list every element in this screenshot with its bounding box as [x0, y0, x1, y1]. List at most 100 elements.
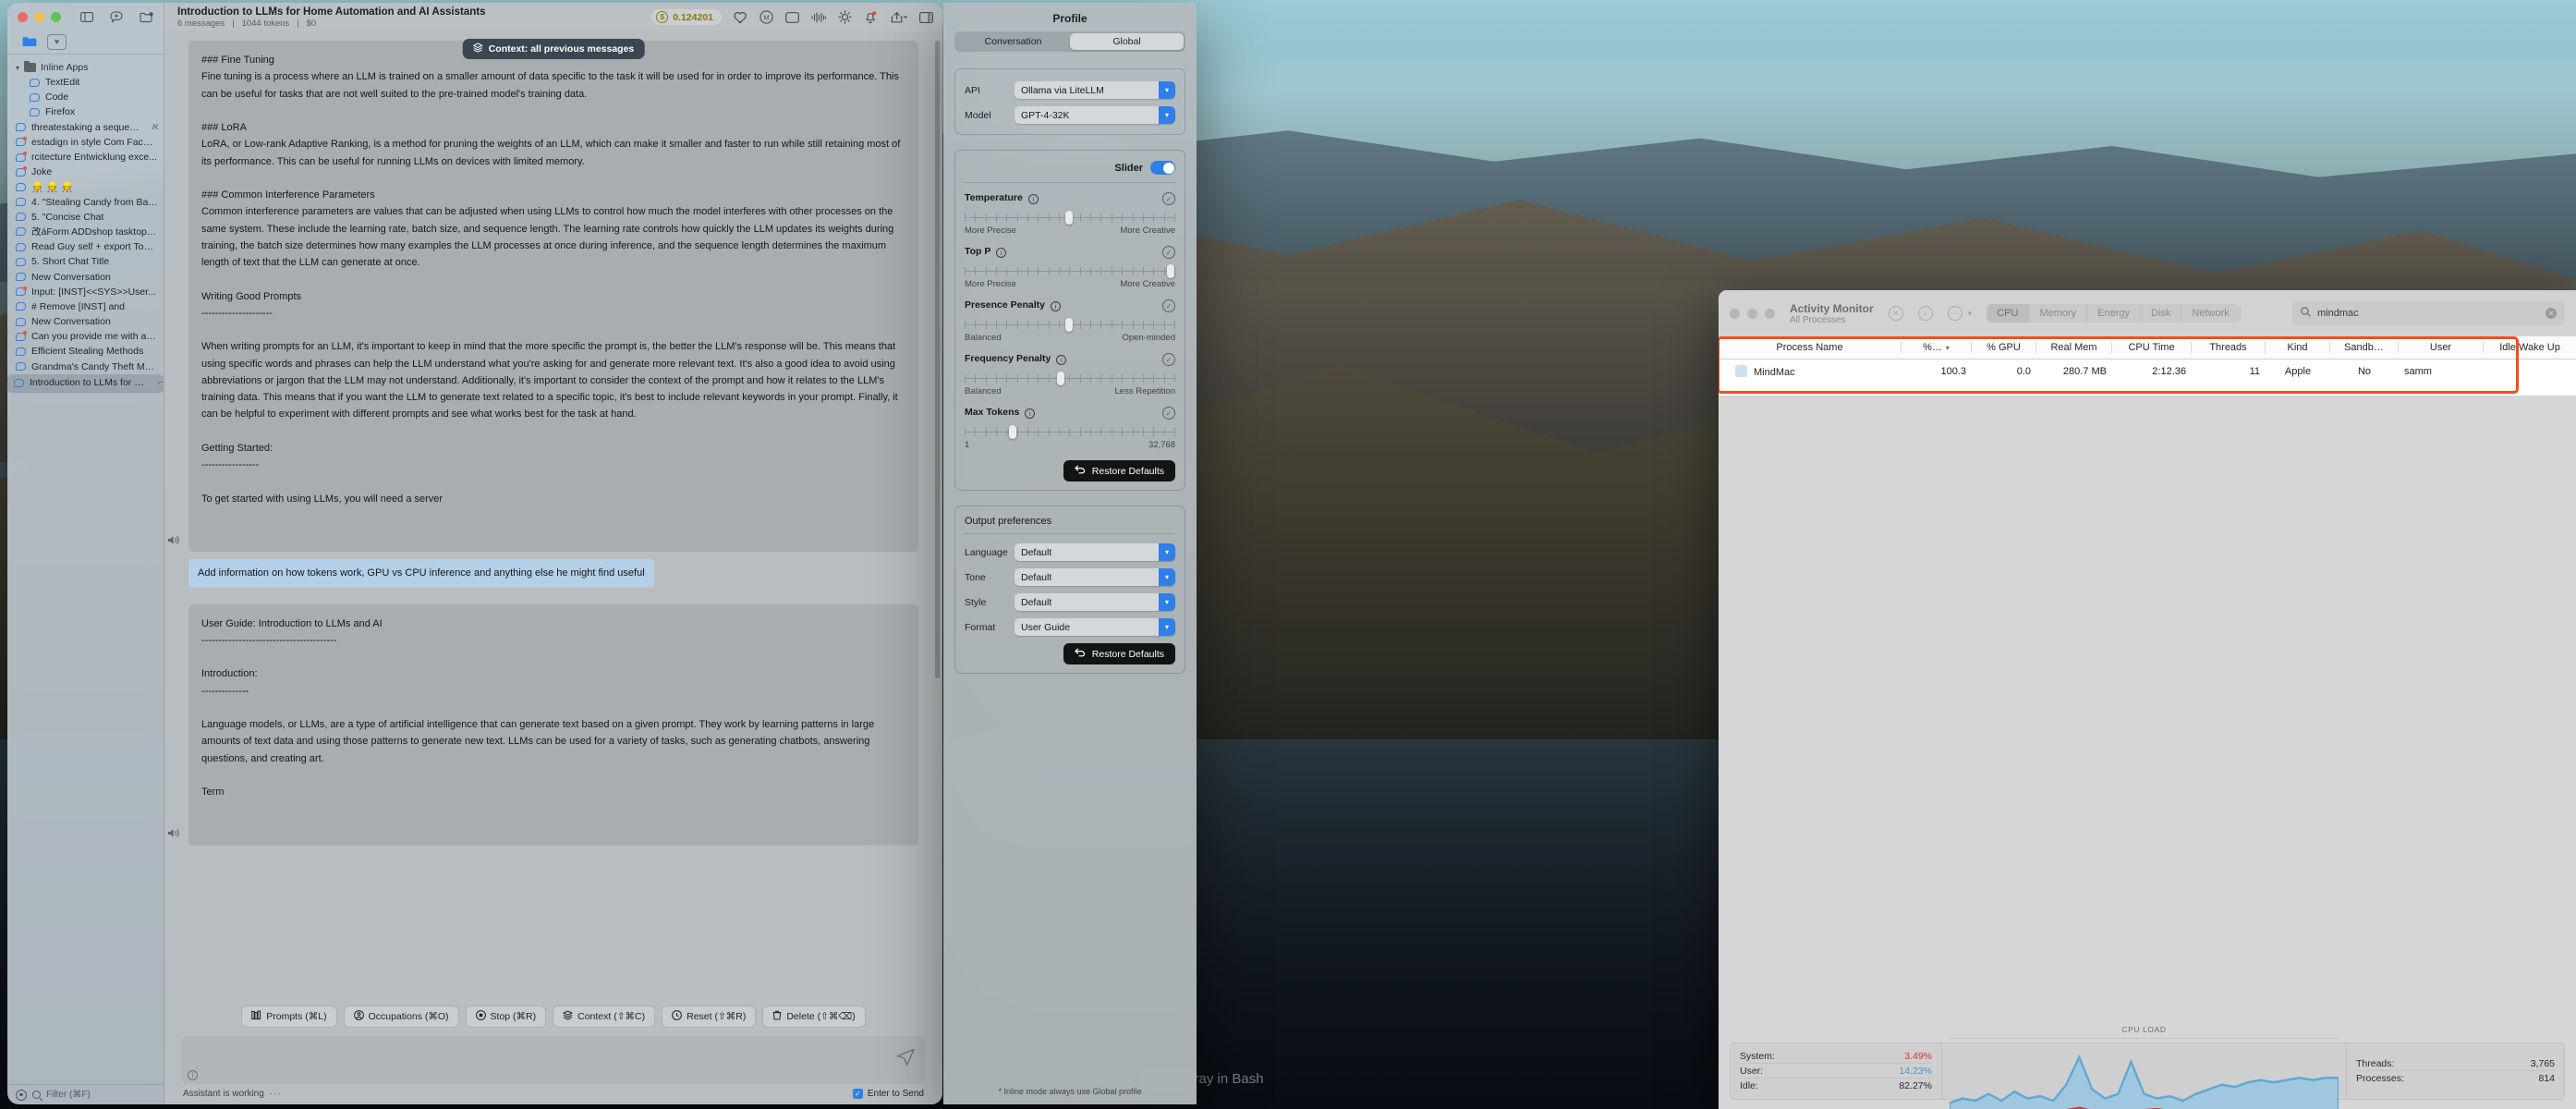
new-folder-icon[interactable] — [140, 11, 153, 23]
markdown-icon[interactable]: M — [759, 10, 773, 24]
list-item[interactable]: Read Guy self + export Topic... — [7, 239, 164, 254]
slider-knob[interactable] — [1057, 372, 1065, 385]
column-kind[interactable]: Kind — [2266, 342, 2330, 353]
sidebar-child-firefox[interactable]: Firefox — [7, 104, 164, 119]
slider-knob[interactable] — [1065, 318, 1074, 332]
column-real-mem[interactable]: Real Mem — [2036, 342, 2112, 353]
minimize-window-button[interactable] — [34, 12, 44, 22]
list-item[interactable]: 5. "Concise Chat — [7, 210, 164, 225]
brightness-icon[interactable] — [838, 10, 852, 24]
column-cpu-time[interactable]: CPU Time — [2112, 342, 2192, 353]
slider-knob[interactable] — [1008, 425, 1016, 439]
list-item[interactable]: 👷 👷 👷 — [7, 179, 164, 194]
folder-filter-icon[interactable] — [19, 34, 39, 50]
tab-disk[interactable]: Disk — [2141, 304, 2182, 323]
toggle-sidebar-icon[interactable] — [80, 12, 93, 22]
share-icon[interactable] — [889, 10, 907, 24]
format-select[interactable]: User Guide ▾ — [1015, 618, 1175, 636]
info-icon[interactable]: i — [1027, 193, 1039, 204]
column-sandbox[interactable]: Sandb… — [2330, 342, 2399, 353]
check-circle-icon[interactable]: ✓ — [1162, 407, 1175, 420]
gear-icon[interactable] — [16, 1089, 27, 1101]
tab-memory[interactable]: Memory — [2029, 304, 2088, 323]
list-item[interactable]: # Remove [INST] and — [7, 299, 164, 314]
tab-conversation[interactable]: Conversation — [956, 33, 1070, 50]
api-select[interactable]: Ollama via LiteLLM ▾ — [1015, 81, 1175, 99]
process-search-input[interactable]: mindmac ✕ — [2292, 301, 2565, 325]
tab-cpu[interactable]: CPU — [1987, 304, 2030, 323]
list-item[interactable]: Input: [INST]<<SYS>>User... — [7, 285, 164, 299]
column-idle-wake-up[interactable]: Idle Wake Up — [2484, 342, 2576, 353]
column-process-name[interactable]: Process Name — [1719, 342, 1902, 353]
param-slider[interactable] — [965, 318, 1175, 332]
reset-button[interactable]: Reset (⇧⌘R) — [662, 1005, 757, 1028]
chat-scrollbar[interactable] — [935, 41, 940, 678]
slider-toggle[interactable] — [1150, 161, 1175, 175]
delete-button[interactable]: Delete (⇧⌘⌫) — [762, 1005, 866, 1028]
speaker-icon[interactable] — [166, 533, 181, 546]
heart-icon[interactable] — [734, 11, 747, 24]
info-icon[interactable]: i — [1025, 408, 1036, 419]
prompts-button[interactable]: Prompts (⌘L) — [241, 1005, 337, 1028]
close-window-button[interactable] — [18, 12, 28, 22]
sidebar-group-inline-apps[interactable]: ▾ Inline Apps — [7, 60, 164, 75]
check-circle-icon[interactable]: ✓ — [1162, 192, 1175, 205]
filter-input[interactable]: Filter (⌘F) — [46, 1090, 91, 1100]
zoom-window-button[interactable] — [51, 12, 61, 22]
new-chat-icon[interactable] — [110, 11, 123, 23]
window-icon[interactable] — [785, 11, 799, 23]
enter-to-send-toggle[interactable]: ✓ Enter to Send — [852, 1089, 924, 1099]
occupations-button[interactable]: Occupations (⌘O) — [343, 1005, 459, 1028]
inspect-process-icon[interactable]: i — [1917, 306, 1933, 321]
send-button[interactable] — [895, 1048, 916, 1073]
notifications-bell-icon[interactable] — [864, 10, 877, 24]
list-item[interactable]: 5. Short Chat Title — [7, 254, 164, 269]
tone-select[interactable]: Default ▾ — [1015, 568, 1175, 586]
check-circle-icon[interactable]: ✓ — [1162, 353, 1175, 366]
waveform-icon[interactable] — [811, 11, 826, 23]
table-row[interactable]: MindMac 100.3 0.0 280.7 MB 2:12.36 11 Ap… — [1719, 360, 2576, 383]
message-input[interactable]: i — [181, 1036, 926, 1084]
info-icon[interactable]: i — [1056, 354, 1067, 365]
list-item[interactable]: New Conversation — [7, 269, 164, 284]
list-item[interactable]: 4. "Stealing Candy from Babies — [7, 195, 164, 210]
column-gpu-percent[interactable]: % GPU — [1972, 342, 2036, 353]
style-select[interactable]: Default ▾ — [1015, 593, 1175, 611]
more-options-icon[interactable]: ⋯ — [1947, 306, 1962, 321]
list-item[interactable]: Efficient Stealing Methods — [7, 344, 164, 359]
list-item[interactable]: threatestaking a sequences... א — [7, 120, 164, 135]
param-slider[interactable] — [965, 372, 1175, 385]
model-select[interactable]: GPT-4-32K ▾ — [1015, 106, 1175, 124]
list-item[interactable]: 改áForm ADDshop tasktopeni... — [7, 225, 164, 239]
list-item[interactable]: New Conversation — [7, 314, 164, 329]
restore-defaults-output-button[interactable]: Restore Defaults — [1063, 643, 1175, 664]
language-select[interactable]: Default ▾ — [1015, 543, 1175, 561]
list-item[interactable]: Grandma's Candy Theft Mem... — [7, 360, 164, 374]
list-item[interactable]: estadign in style Com Facun... — [7, 135, 164, 150]
window-controls[interactable] — [1730, 308, 1775, 319]
tab-network[interactable]: Network — [2181, 304, 2241, 323]
check-circle-icon[interactable]: ✓ — [1162, 246, 1175, 259]
restore-defaults-params-button[interactable]: Restore Defaults — [1063, 460, 1175, 481]
list-item[interactable]: rcitecture Entwicklung exce... — [7, 150, 164, 165]
quit-process-icon[interactable]: ✕ — [1888, 306, 1903, 321]
param-slider[interactable] — [965, 264, 1175, 278]
list-item[interactable]: Joke — [7, 165, 164, 179]
context-button[interactable]: Context (⇧⌘C) — [553, 1005, 656, 1028]
param-slider[interactable] — [965, 425, 1175, 439]
check-circle-icon[interactable]: ✓ — [1162, 299, 1175, 312]
column-threads[interactable]: Threads — [2192, 342, 2266, 353]
slider-knob[interactable] — [1166, 264, 1174, 278]
clear-search-icon[interactable]: ✕ — [2546, 308, 2557, 319]
chevron-down-icon[interactable]: ▾ — [1968, 309, 1973, 319]
context-chip[interactable]: Context: all previous messages — [462, 39, 645, 59]
tab-global[interactable]: Global — [1070, 33, 1184, 50]
list-item[interactable]: Can you provide me with a s... — [7, 329, 164, 344]
speaker-icon[interactable] — [166, 827, 181, 840]
conversation-list[interactable]: ▾ Inline Apps TextEdit Code Firefox thre… — [7, 55, 164, 1084]
list-item-selected[interactable]: Introduction to LLMs for Ho... ⌐ — [7, 373, 164, 392]
favorites-filter-icon[interactable]: ♥ — [47, 33, 67, 50]
column-cpu-percent[interactable]: %… ▾ — [1902, 342, 1972, 353]
info-icon[interactable]: i — [996, 247, 1007, 258]
sidebar-child-textedit[interactable]: TextEdit — [7, 75, 164, 90]
